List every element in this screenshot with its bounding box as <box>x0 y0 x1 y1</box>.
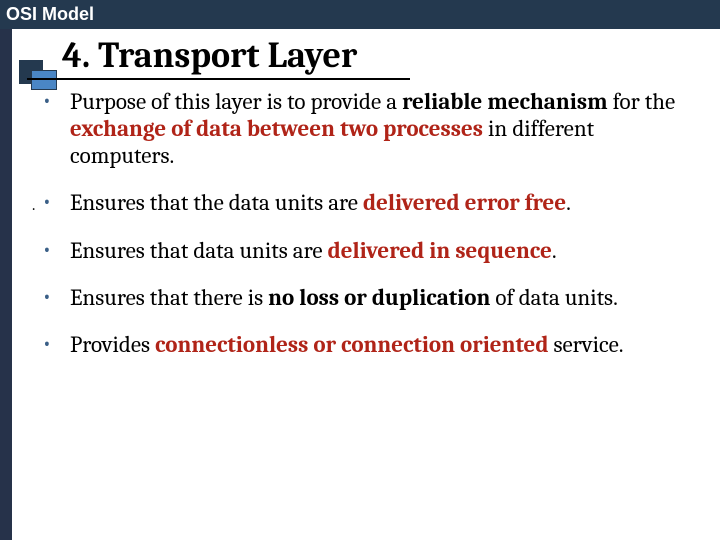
list-item: Ensures that there is no loss or duplica… <box>36 284 690 311</box>
text: for the <box>608 88 676 115</box>
text: . <box>566 189 571 216</box>
text: Purpose of this layer is to provide a <box>70 88 402 115</box>
bullet-list: Purpose of this layer is to provide a re… <box>0 88 690 358</box>
text: Ensures that there is <box>70 284 268 311</box>
list-item: Ensures that the data units are delivere… <box>36 189 690 216</box>
title-underline <box>27 78 410 80</box>
emphasis-text: connectionless or connection oriented <box>155 331 548 358</box>
left-rail <box>0 29 12 540</box>
list-item: Purpose of this layer is to provide a re… <box>36 88 690 169</box>
list-item: Provides connectionless or connection or… <box>36 331 690 358</box>
text: Provides <box>70 331 155 358</box>
text: Ensures that the data units are <box>70 189 363 216</box>
emphasis-text: delivered in sequence <box>328 237 552 264</box>
slide-title-wrap: 4. Transport Layer <box>62 35 690 78</box>
bold-text: reliable mechanism <box>402 88 607 115</box>
header-bar: OSI Model <box>0 0 720 29</box>
stray-dot: . <box>32 196 35 214</box>
bold-text: no loss or duplication <box>268 284 490 311</box>
list-item: Ensures that data units are delivered in… <box>36 237 690 264</box>
slide-title: 4. Transport Layer <box>62 35 690 78</box>
header-title: OSI Model <box>6 4 94 25</box>
logo-icon <box>19 60 57 90</box>
emphasis-text: delivered error free <box>363 189 566 216</box>
text: of data units. <box>490 284 617 311</box>
text: Ensures that data units are <box>70 237 328 264</box>
text: . <box>552 237 557 264</box>
text: service. <box>548 331 623 358</box>
emphasis-text: exchange of data between two processes <box>70 115 483 142</box>
